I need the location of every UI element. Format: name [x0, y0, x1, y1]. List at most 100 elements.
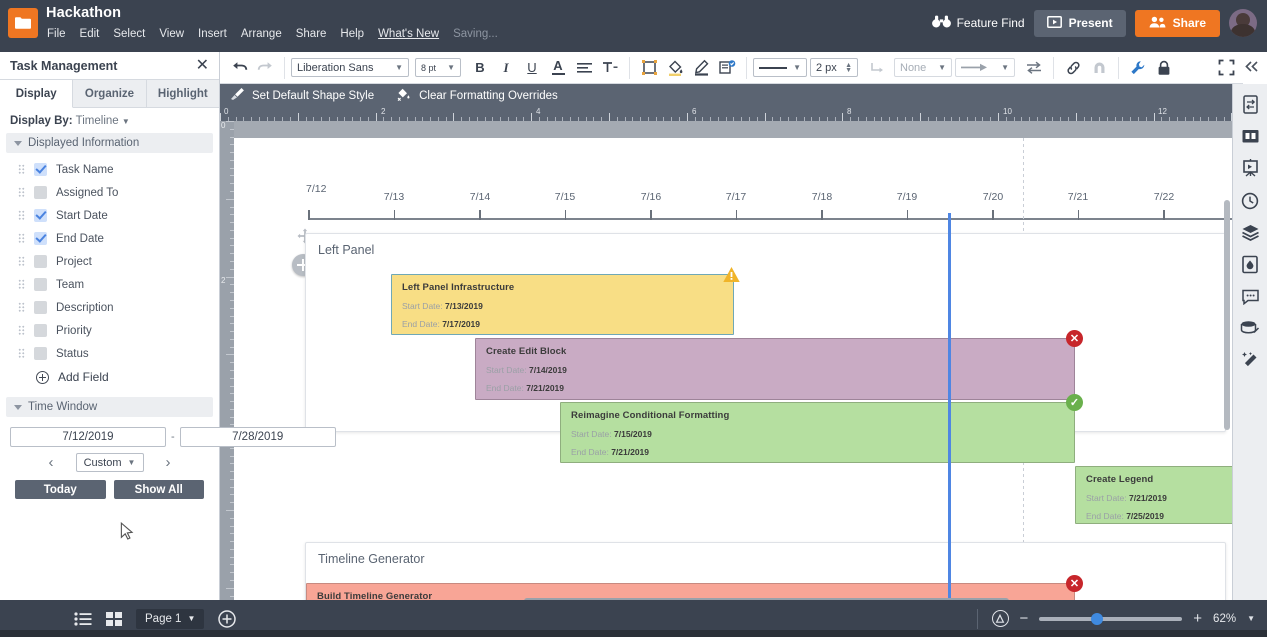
collapse-rail-button[interactable] [1238, 58, 1264, 78]
menu-whats-new[interactable]: What's New [371, 25, 446, 43]
menu-help[interactable]: Help [333, 25, 371, 43]
display-by-row[interactable]: Display By: Timeline ▼ [0, 108, 219, 133]
tab-display[interactable]: Display [0, 80, 74, 108]
menu-insert[interactable]: Insert [191, 25, 234, 43]
drag-grip-icon[interactable] [18, 187, 25, 198]
end-date-input[interactable] [179, 427, 336, 447]
field-team[interactable]: Team [0, 273, 219, 296]
task-bar-create-edit-block[interactable]: Create Edit Block Start Date: 7/14/2019 … [475, 330, 1083, 400]
avatar[interactable] [1229, 9, 1257, 37]
grid-view-icon[interactable] [106, 611, 122, 626]
show-all-button[interactable]: Show All [113, 480, 204, 499]
checkbox[interactable] [34, 278, 47, 291]
bold-button[interactable]: B [467, 55, 493, 81]
text-options-icon[interactable] [597, 55, 623, 81]
range-select[interactable]: Custom ▼ [75, 453, 144, 472]
checkbox[interactable] [34, 324, 47, 337]
comment-icon[interactable] [1235, 281, 1265, 312]
today-button[interactable]: Today [15, 480, 106, 499]
drag-grip-icon[interactable] [18, 164, 25, 175]
displayed-information-header[interactable]: Displayed Information [6, 133, 213, 153]
menu-view[interactable]: View [152, 25, 191, 43]
field-task-name[interactable]: Task Name [0, 158, 219, 181]
chevron-right-icon[interactable]: › [166, 455, 171, 470]
easel-present-icon[interactable] [1235, 153, 1265, 184]
drag-grip-icon[interactable] [18, 256, 25, 267]
arrow-end-select[interactable]: ▼ [955, 58, 1015, 77]
task-bar-left-panel-infrastructure[interactable]: Left Panel Infrastructure Start Date: 7/… [391, 267, 740, 335]
error-circle-icon[interactable]: ✕ [1066, 330, 1083, 347]
time-window-header[interactable]: Time Window [6, 397, 213, 417]
fill-bucket-icon[interactable] [662, 55, 688, 81]
clear-formatting-button[interactable]: Clear Formatting Overrides [396, 87, 558, 104]
field-description[interactable]: Description [0, 296, 219, 319]
menu-select[interactable]: Select [106, 25, 152, 43]
checkbox[interactable] [34, 232, 47, 245]
arrow-start-select[interactable]: None ▼ [894, 58, 952, 77]
stepper-icon[interactable]: ▲ ▼ [845, 62, 852, 74]
zoom-slider-thumb[interactable] [1091, 612, 1104, 625]
shape-style-icon[interactable] [714, 55, 740, 81]
lock-icon[interactable] [1151, 55, 1177, 81]
checkbox[interactable] [34, 255, 47, 268]
drag-grip-icon[interactable] [18, 233, 25, 244]
feature-find-button[interactable]: Feature Find [931, 15, 1025, 31]
font-size-select[interactable]: 8 pt ▼ [415, 58, 461, 77]
drag-grip-icon[interactable] [18, 348, 25, 359]
magnet-icon[interactable] [1086, 55, 1112, 81]
presentation-icon[interactable] [1235, 121, 1265, 152]
notes-stack-icon[interactable] [1235, 313, 1265, 344]
chevron-down-icon[interactable]: ▼ [1247, 614, 1255, 623]
start-date-input[interactable] [10, 427, 166, 447]
zoom-slider[interactable] [1039, 612, 1183, 625]
text-color-button[interactable]: A [545, 55, 571, 81]
menu-arrange[interactable]: Arrange [234, 25, 289, 43]
line-color-icon[interactable] [688, 55, 714, 81]
menu-share[interactable]: Share [289, 25, 334, 43]
layers-icon[interactable] [1235, 217, 1265, 248]
swap-arrows-icon[interactable] [1021, 55, 1047, 81]
magic-wand-icon[interactable] [1235, 345, 1265, 376]
folder-icon[interactable] [8, 8, 38, 38]
field-status[interactable]: Status [0, 342, 219, 365]
fit-to-screen-icon[interactable] [991, 610, 1009, 627]
checkbox[interactable] [34, 347, 47, 360]
checkbox[interactable] [34, 209, 47, 222]
underline-button[interactable]: U [519, 55, 545, 81]
menu-file[interactable]: File [46, 25, 73, 43]
minus-icon[interactable]: − [1020, 611, 1029, 626]
undo-icon[interactable] [226, 55, 252, 81]
page-selector[interactable]: Page 1 ▼ [136, 608, 205, 629]
data-drop-icon[interactable] [1235, 249, 1265, 280]
link-icon[interactable] [1060, 55, 1086, 81]
set-default-shape-style-button[interactable]: Set Default Shape Style [230, 87, 374, 104]
drag-grip-icon[interactable] [18, 325, 25, 336]
italic-button[interactable]: I [493, 55, 519, 81]
task-bar-create-legend[interactable]: Create Legend Start Date: 7/21/2019 End … [1075, 466, 1232, 524]
error-circle-icon[interactable]: ✕ [1066, 575, 1083, 592]
tab-organize[interactable]: Organize [73, 80, 147, 107]
checkbox[interactable] [34, 301, 47, 314]
page-sheet[interactable]: 7/12 7/13 7/14 7/15 7/16 7/17 7/18 7/19 … [234, 138, 1232, 600]
field-start-date[interactable]: Start Date [0, 204, 219, 227]
line-width-select[interactable]: 2 px ▲ ▼ [810, 58, 858, 77]
add-field-button[interactable]: Add Field [0, 365, 219, 389]
field-priority[interactable]: Priority [0, 319, 219, 342]
redo-icon[interactable] [252, 55, 278, 81]
align-left-icon[interactable] [571, 55, 597, 81]
chevron-left-icon[interactable]: ‹ [49, 455, 54, 470]
share-button[interactable]: Share [1134, 9, 1220, 37]
field-end-date[interactable]: End Date [0, 227, 219, 250]
font-family-select[interactable]: Liberation Sans ▼ [291, 58, 409, 77]
wrench-icon[interactable] [1125, 55, 1151, 81]
close-icon[interactable]: ✕ [196, 57, 209, 74]
plus-icon[interactable]: + [1193, 611, 1202, 626]
line-style-select[interactable]: ▼ [753, 58, 807, 77]
checkbox[interactable] [34, 186, 47, 199]
connector-icon[interactable] [864, 55, 890, 81]
drag-grip-icon[interactable] [18, 302, 25, 313]
add-page-button[interactable] [218, 609, 237, 628]
clock-history-icon[interactable] [1235, 185, 1265, 216]
document-swap-icon[interactable] [1235, 89, 1265, 120]
warning-triangle-icon[interactable] [722, 266, 741, 283]
